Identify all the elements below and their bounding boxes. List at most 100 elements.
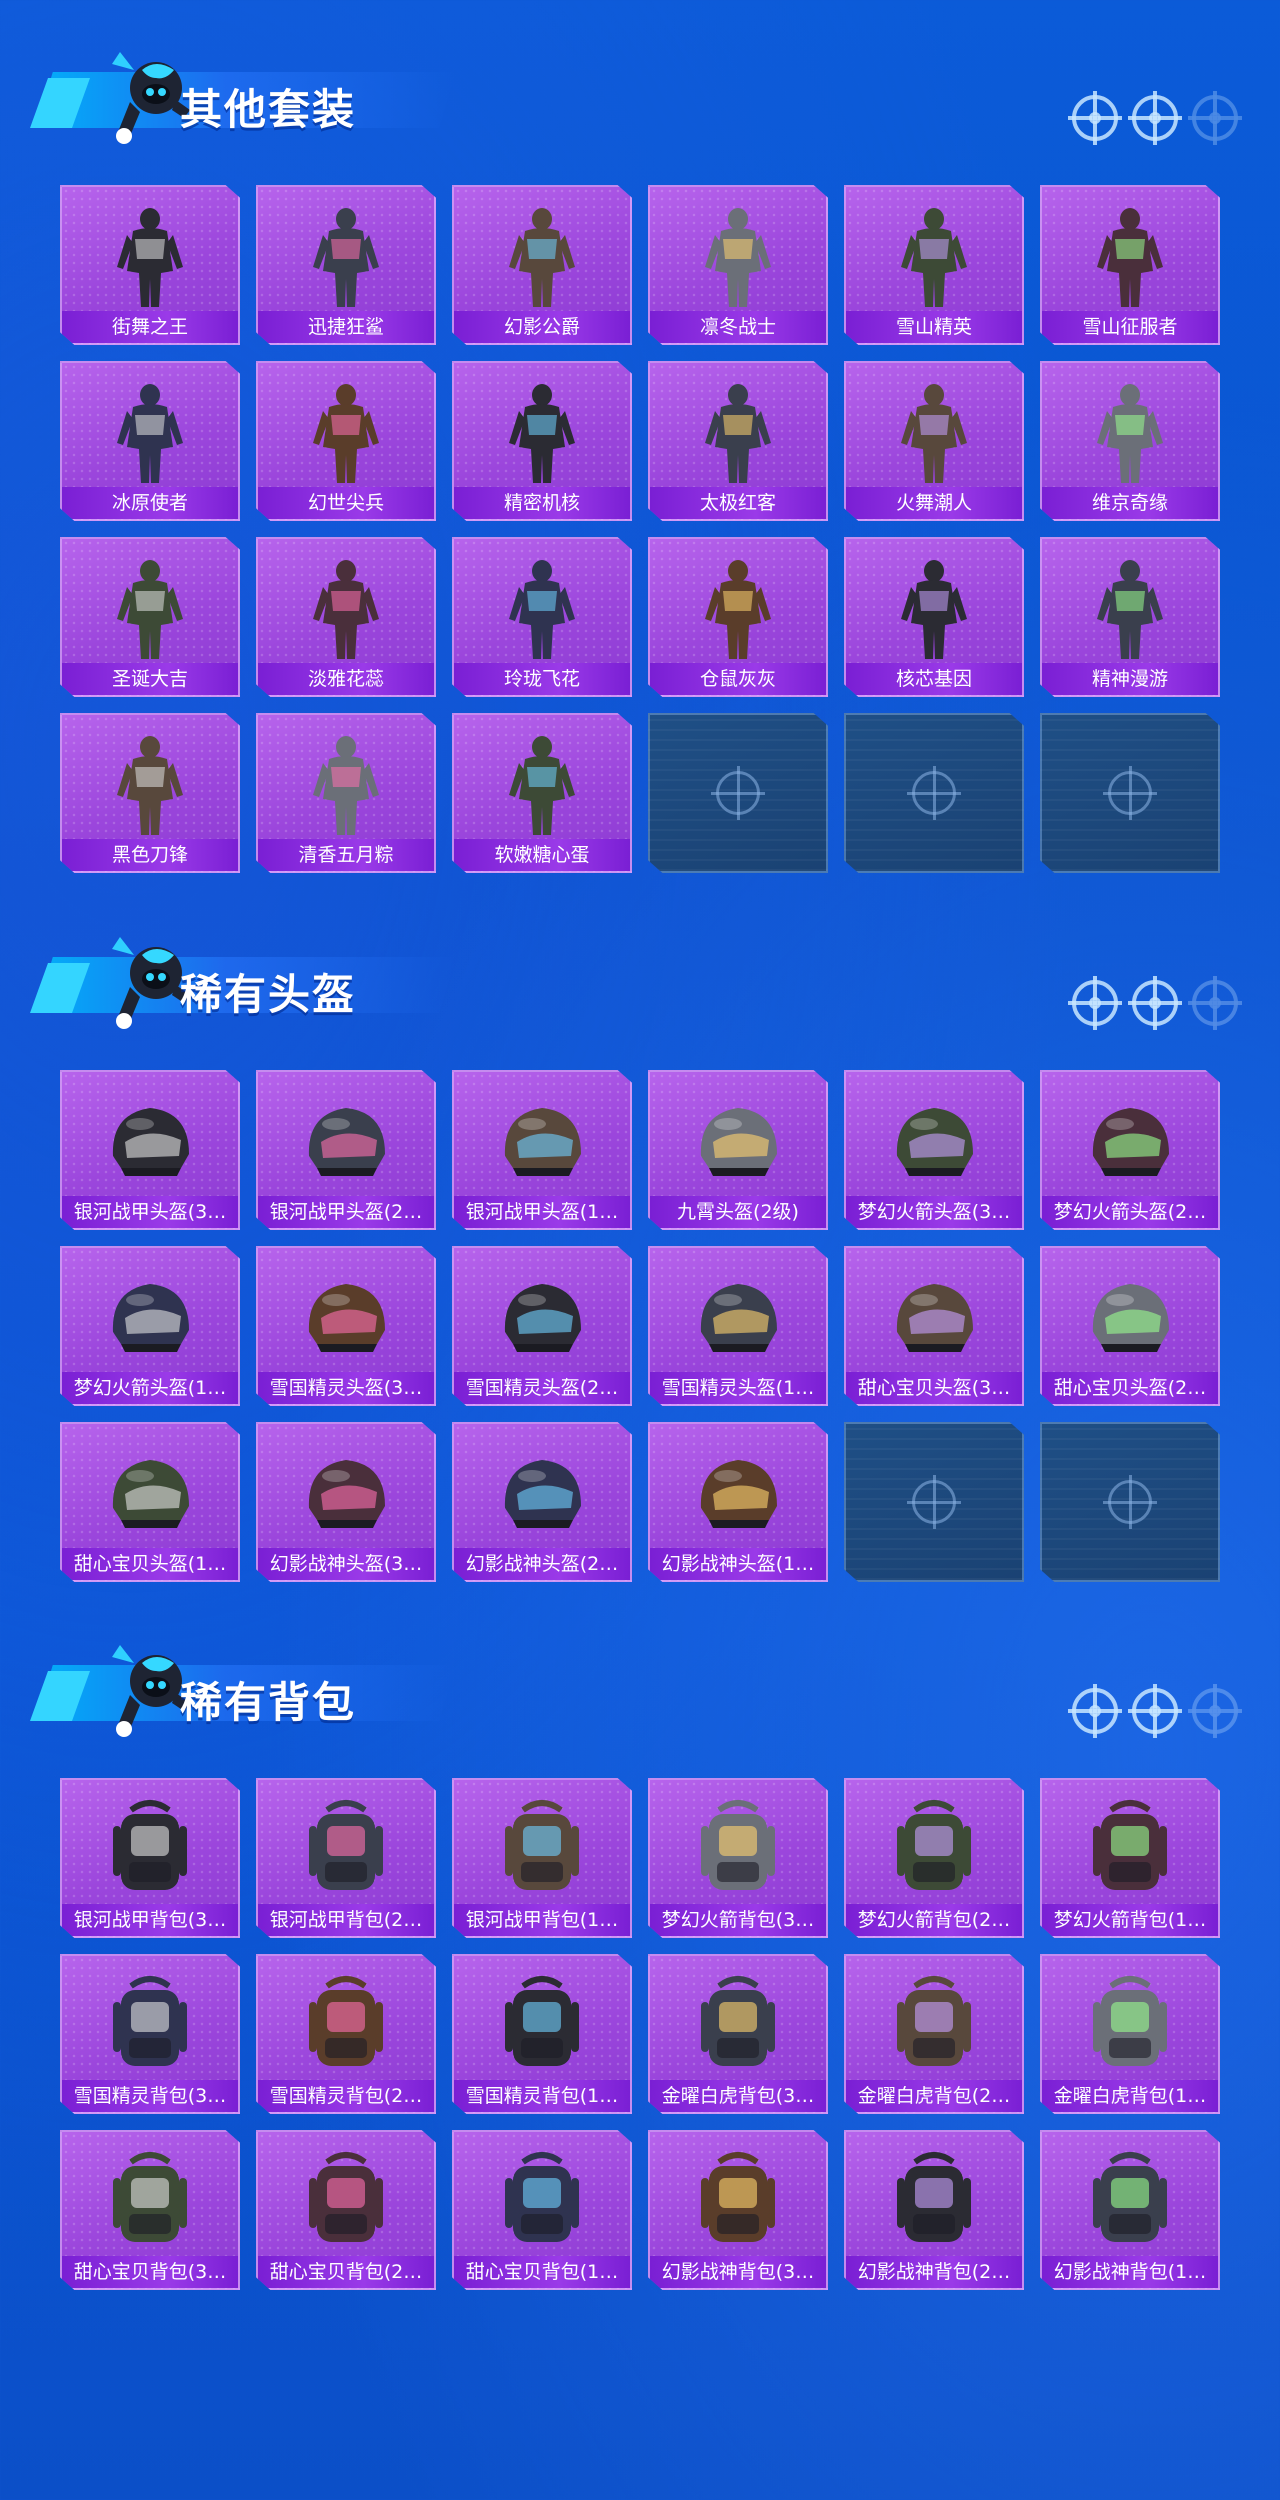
item-name: 黑色刀锋 (62, 839, 238, 871)
outfit-card[interactable]: 雪山精英 (844, 185, 1024, 345)
helmet-card[interactable]: 甜心宝贝头盔(1… (60, 1422, 240, 1582)
section-header: 稀有头盔 (28, 925, 1268, 1035)
outfit-card[interactable]: 核芯基因 (844, 537, 1024, 697)
helmet-card[interactable]: 雪国精灵头盔(1… (648, 1246, 828, 1406)
item-name: 雪山精英 (846, 311, 1022, 343)
outfit-image (879, 551, 989, 663)
backpack-card[interactable]: 金曜白虎背包(2… (844, 1954, 1024, 2114)
backpack-card[interactable]: 金曜白虎背包(1… (1040, 1954, 1220, 2114)
outfit-card[interactable]: 幻影公爵 (452, 185, 632, 345)
backpack-image (95, 2144, 205, 2256)
helmet-card[interactable]: 幻影战神头盔(2… (452, 1422, 632, 1582)
backpack-card[interactable]: 梦幻火箭背包(3… (648, 1778, 828, 1938)
outfit-card[interactable]: 凛冬战士 (648, 185, 828, 345)
backpack-card[interactable]: 甜心宝贝背包(2… (256, 2130, 436, 2290)
item-name: 甜心宝贝背包(2… (258, 2256, 434, 2288)
outfit-card[interactable]: 玲珑飞花 (452, 537, 632, 697)
item-name: 清香五月粽 (258, 839, 434, 871)
outfit-card[interactable]: 雪山征服者 (1040, 185, 1220, 345)
item-name: 幻影公爵 (454, 311, 630, 343)
outfit-card[interactable]: 精神漫游 (1040, 537, 1220, 697)
helmet-card[interactable]: 银河战甲头盔(2… (256, 1070, 436, 1230)
outfit-image (1075, 375, 1185, 487)
header-crosshairs (1068, 91, 1242, 145)
backpack-card[interactable]: 甜心宝贝背包(3… (60, 2130, 240, 2290)
helmet-card[interactable]: 梦幻火箭头盔(2… (1040, 1070, 1220, 1230)
item-grid: 银河战甲头盔(3… 银河战甲头盔(2… 银河战甲头盔(1… 九霄头盔(2级) 梦… (60, 1070, 1220, 1582)
helmet-card[interactable]: 九霄头盔(2级) (648, 1070, 828, 1230)
backpack-card[interactable]: 甜心宝贝背包(1… (452, 2130, 632, 2290)
backpack-card[interactable]: 金曜白虎背包(3… (648, 1954, 828, 2114)
outfit-card[interactable]: 软嫩糖心蛋 (452, 713, 632, 873)
backpack-card[interactable]: 梦幻火箭背包(2… (844, 1778, 1024, 1938)
item-name: 梦幻火箭头盔(1… (62, 1372, 238, 1404)
section-header: 其他套装 (28, 40, 1268, 150)
item-name: 银河战甲头盔(2… (258, 1196, 434, 1228)
helmet-image (1075, 1084, 1185, 1196)
outfit-card[interactable]: 黑色刀锋 (60, 713, 240, 873)
backpack-image (879, 2144, 989, 2256)
helmet-image (683, 1084, 793, 1196)
item-name: 梦幻火箭头盔(3… (846, 1196, 1022, 1228)
backpack-card[interactable]: 雪国精灵背包(3… (60, 1954, 240, 2114)
backpack-image (683, 2144, 793, 2256)
outfit-card[interactable]: 迅捷狂鲨 (256, 185, 436, 345)
outfit-card[interactable]: 太极红客 (648, 361, 828, 521)
backpack-card[interactable]: 雪国精灵背包(2… (256, 1954, 436, 2114)
header-crosshairs (1068, 1684, 1242, 1738)
helmet-card[interactable]: 银河战甲头盔(1… (452, 1070, 632, 1230)
item-name: 维京奇缘 (1042, 487, 1218, 519)
outfit-card[interactable]: 维京奇缘 (1040, 361, 1220, 521)
outfit-card[interactable]: 幻世尖兵 (256, 361, 436, 521)
backpack-card[interactable]: 银河战甲背包(2… (256, 1778, 436, 1938)
crosshair-icon (1068, 1684, 1122, 1738)
backpack-card[interactable]: 幻影战神背包(3… (648, 2130, 828, 2290)
backpack-card[interactable]: 雪国精灵背包(1… (452, 1954, 632, 2114)
item-name: 淡雅花蕊 (258, 663, 434, 695)
helmet-card[interactable]: 幻影战神头盔(1… (648, 1422, 828, 1582)
item-name: 金曜白虎背包(2… (846, 2080, 1022, 2112)
helmet-card[interactable]: 甜心宝贝头盔(2… (1040, 1246, 1220, 1406)
outfit-card[interactable]: 仓鼠灰灰 (648, 537, 828, 697)
backpack-image (683, 1792, 793, 1904)
backpack-card[interactable]: 银河战甲背包(1… (452, 1778, 632, 1938)
backpack-card[interactable]: 银河战甲背包(3… (60, 1778, 240, 1938)
helmet-image (95, 1084, 205, 1196)
outfit-card[interactable]: 清香五月粽 (256, 713, 436, 873)
crosshair-icon (1068, 91, 1122, 145)
helmet-card[interactable]: 幻影战神头盔(3… (256, 1422, 436, 1582)
outfit-card[interactable]: 精密机核 (452, 361, 632, 521)
helmet-card[interactable]: 甜心宝贝头盔(3… (844, 1246, 1024, 1406)
outfit-image (291, 727, 401, 839)
item-name: 雪国精灵头盔(3… (258, 1372, 434, 1404)
outfit-card[interactable]: 火舞潮人 (844, 361, 1024, 521)
crosshair-icon (1188, 1684, 1242, 1738)
outfit-card[interactable]: 淡雅花蕊 (256, 537, 436, 697)
helmet-card[interactable]: 梦幻火箭头盔(1… (60, 1246, 240, 1406)
outfit-image (95, 375, 205, 487)
outfit-card[interactable]: 街舞之王 (60, 185, 240, 345)
backpack-card[interactable]: 幻影战神背包(2… (844, 2130, 1024, 2290)
item-name: 梦幻火箭头盔(2… (1042, 1196, 1218, 1228)
helmet-card[interactable]: 梦幻火箭头盔(3… (844, 1070, 1024, 1230)
outfit-image (487, 199, 597, 311)
backpack-image (879, 1968, 989, 2080)
outfit-image (291, 199, 401, 311)
item-name: 甜心宝贝头盔(1… (62, 1548, 238, 1580)
backpack-card[interactable]: 梦幻火箭背包(1… (1040, 1778, 1220, 1938)
helmet-image (291, 1084, 401, 1196)
item-name: 甜心宝贝背包(3… (62, 2256, 238, 2288)
item-name: 仓鼠灰灰 (650, 663, 826, 695)
helmet-card[interactable]: 雪国精灵头盔(3… (256, 1246, 436, 1406)
backpack-card[interactable]: 幻影战神背包(1… (1040, 2130, 1220, 2290)
outfit-card[interactable]: 圣诞大吉 (60, 537, 240, 697)
helmet-card[interactable]: 银河战甲头盔(3… (60, 1070, 240, 1230)
item-name: 银河战甲背包(1… (454, 1904, 630, 1936)
helmet-image (683, 1260, 793, 1372)
item-name: 街舞之王 (62, 311, 238, 343)
helmet-card[interactable]: 雪国精灵头盔(2… (452, 1246, 632, 1406)
item-name: 圣诞大吉 (62, 663, 238, 695)
outfit-card[interactable]: 冰原使者 (60, 361, 240, 521)
backpack-image (1075, 2144, 1185, 2256)
item-name: 迅捷狂鲨 (258, 311, 434, 343)
